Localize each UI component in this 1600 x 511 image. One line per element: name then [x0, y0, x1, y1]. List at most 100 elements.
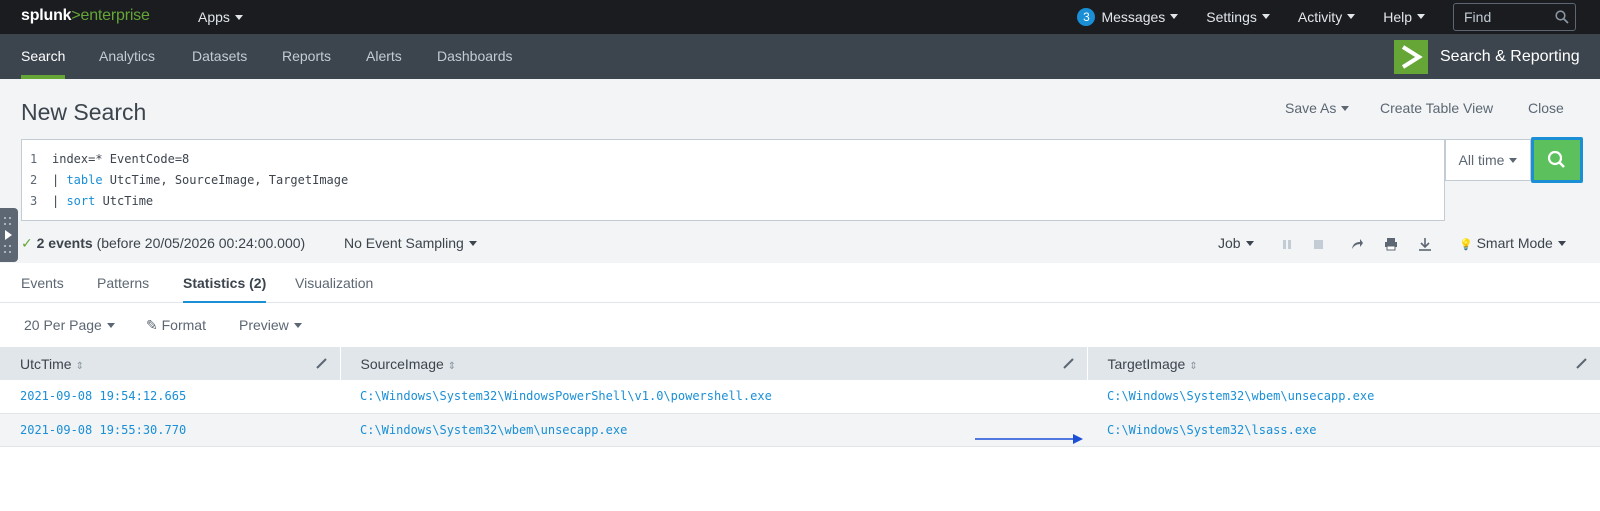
activity-label: Activity [1297, 9, 1343, 25]
search-mode-menu[interactable]: 💡 Smart Mode [1459, 235, 1566, 251]
per-page-menu[interactable]: 20 Per Page [24, 317, 115, 333]
save-as-button[interactable]: Save As [1285, 100, 1350, 116]
cell-targetimage[interactable]: C:\Windows\System32\wbem\unsecapp.exe [1087, 380, 1600, 414]
sampling-label: No Event Sampling [344, 235, 464, 251]
chevron-down-icon [106, 322, 115, 328]
time-range-label: All time [1458, 152, 1505, 168]
results-table: UtcTime ⇕ SourceImage ⇕ TargetImage ⇕ 2021-… [0, 347, 1600, 447]
query-line-1: index=* EventCode=8 [52, 152, 190, 166]
nav-analytics[interactable]: Analytics [99, 34, 155, 79]
query-line-3: | sort UtcTime [52, 194, 153, 208]
chevron-down-icon [1347, 13, 1356, 19]
chevron-down-icon [1341, 105, 1350, 111]
column-header-utctime[interactable]: UtcTime ⇕ [0, 347, 341, 380]
job-label: Job [1218, 235, 1241, 251]
apps-menu[interactable]: Apps [198, 9, 243, 25]
logo-splunk-text: splunk [21, 7, 72, 24]
logo-gt-text: > [71, 7, 81, 24]
activity-menu[interactable]: Activity [1297, 9, 1356, 25]
app-logo-icon[interactable] [1394, 40, 1428, 74]
messages-count-badge: 3 [1077, 8, 1096, 26]
find-placeholder: Find [1464, 9, 1492, 25]
event-sampling-menu[interactable]: No Event Sampling [344, 235, 477, 251]
tab-events[interactable]: Events [21, 263, 64, 303]
job-menu[interactable]: Job [1218, 235, 1254, 251]
find-input[interactable]: Find [1453, 3, 1576, 31]
column-title: SourceImage [360, 355, 444, 372]
query-args: UtcTime [95, 194, 154, 208]
tab-statistics[interactable]: Statistics (2) [183, 263, 267, 304]
top-bar: splunk>enterprise Apps 3 Messages Setting… [0, 0, 1600, 34]
create-table-view-button[interactable]: Create Table View [1380, 100, 1493, 116]
preview-menu[interactable]: Preview [239, 317, 302, 333]
save-as-label: Save As [1285, 100, 1337, 116]
annotation-arrow-icon [975, 434, 1083, 444]
export-icon[interactable] [1418, 237, 1432, 251]
line-number: 2 [30, 173, 38, 187]
pencil-icon[interactable] [1062, 356, 1075, 372]
page-title: New Search [21, 99, 147, 125]
format-button[interactable]: ✎ Format [146, 317, 206, 334]
cell-sourceimage[interactable]: C:\Windows\System32\WindowsPowerShell\v1… [340, 380, 1087, 414]
messages-menu[interactable]: 3 Messages [1077, 8, 1179, 26]
search-panel: New Search Save As Create Table View Clo… [0, 79, 1600, 263]
column-header-sourceimage[interactable]: SourceImage ⇕ [340, 347, 1088, 380]
events-status: ✓ 2 events (before 20/05/2026 00:24:00.0… [21, 235, 305, 252]
nav-reports[interactable]: Reports [282, 34, 331, 79]
pencil-icon[interactable] [315, 356, 328, 372]
stop-icon[interactable] [1313, 237, 1325, 251]
nav-dashboards[interactable]: Dashboards [437, 34, 513, 79]
chevron-down-icon [1245, 240, 1254, 246]
print-icon[interactable] [1384, 237, 1398, 251]
logo-enterprise-text: enterprise [80, 7, 150, 24]
search-icon [1547, 150, 1565, 168]
help-menu[interactable]: Help [1383, 9, 1425, 25]
share-icon[interactable] [1350, 237, 1364, 251]
messages-label: Messages [1101, 9, 1166, 25]
pencil-icon[interactable] [1575, 356, 1588, 372]
sort-icon[interactable]: ⇕ [76, 361, 84, 372]
chevron-down-icon [468, 240, 477, 246]
column-title: UtcTime [20, 355, 72, 372]
lightbulb-icon: 💡 [1459, 239, 1473, 251]
chevron-down-icon [1417, 13, 1425, 19]
line-number: 1 [30, 152, 38, 166]
chevron-down-icon [1557, 240, 1566, 246]
nav-search[interactable]: Search [21, 34, 66, 79]
close-button[interactable]: Close [1528, 100, 1564, 116]
query-command: table [66, 173, 103, 187]
chevron-down-icon [234, 14, 243, 20]
preview-label: Preview [239, 317, 289, 333]
sidebar-toggle-handle[interactable] [0, 208, 18, 262]
line-number: 3 [30, 194, 38, 208]
column-title: TargetImage [1107, 355, 1186, 372]
pause-icon[interactable] [1281, 237, 1293, 251]
tab-patterns[interactable]: Patterns [97, 263, 149, 303]
settings-menu[interactable]: Settings [1206, 9, 1270, 25]
help-label: Help [1383, 9, 1412, 25]
run-search-button[interactable] [1531, 137, 1583, 183]
sort-icon[interactable]: ⇕ [448, 361, 456, 372]
results-tabs: Events Patterns Statistics (2) Visualiza… [0, 263, 1600, 304]
time-range-picker[interactable]: All time [1445, 139, 1531, 181]
cell-targetimage[interactable]: C:\Windows\System32\lsass.exe [1087, 413, 1600, 447]
mode-label: Smart Mode [1476, 235, 1553, 251]
chevron-down-icon [1509, 157, 1518, 163]
nav-alerts[interactable]: Alerts [366, 34, 402, 79]
column-header-targetimage[interactable]: TargetImage ⇕ [1087, 347, 1600, 380]
events-detail: (before 20/05/2026 00:24:00.000) [96, 235, 306, 251]
nav-datasets[interactable]: Datasets [192, 34, 247, 79]
search-query-editor[interactable]: 1 index=* EventCode=8 2 | table UtcTime,… [21, 139, 1445, 221]
app-title[interactable]: Search & Reporting [1440, 34, 1580, 79]
format-label: Format [161, 317, 206, 333]
cell-utctime[interactable]: 2021-09-08 19:55:30.770 [0, 413, 340, 447]
sort-icon[interactable]: ⇕ [1189, 361, 1197, 372]
search-icon [1555, 10, 1569, 24]
query-line-2: | table UtcTime, SourceImage, TargetImag… [52, 173, 348, 187]
tab-visualization[interactable]: Visualization [295, 263, 373, 303]
query-command: sort [66, 194, 96, 208]
events-count: 2 events [36, 235, 93, 251]
chevron-down-icon [1170, 13, 1179, 19]
splunk-logo[interactable]: splunk>enterprise [21, 7, 150, 25]
cell-utctime[interactable]: 2021-09-08 19:54:12.665 [0, 380, 340, 414]
